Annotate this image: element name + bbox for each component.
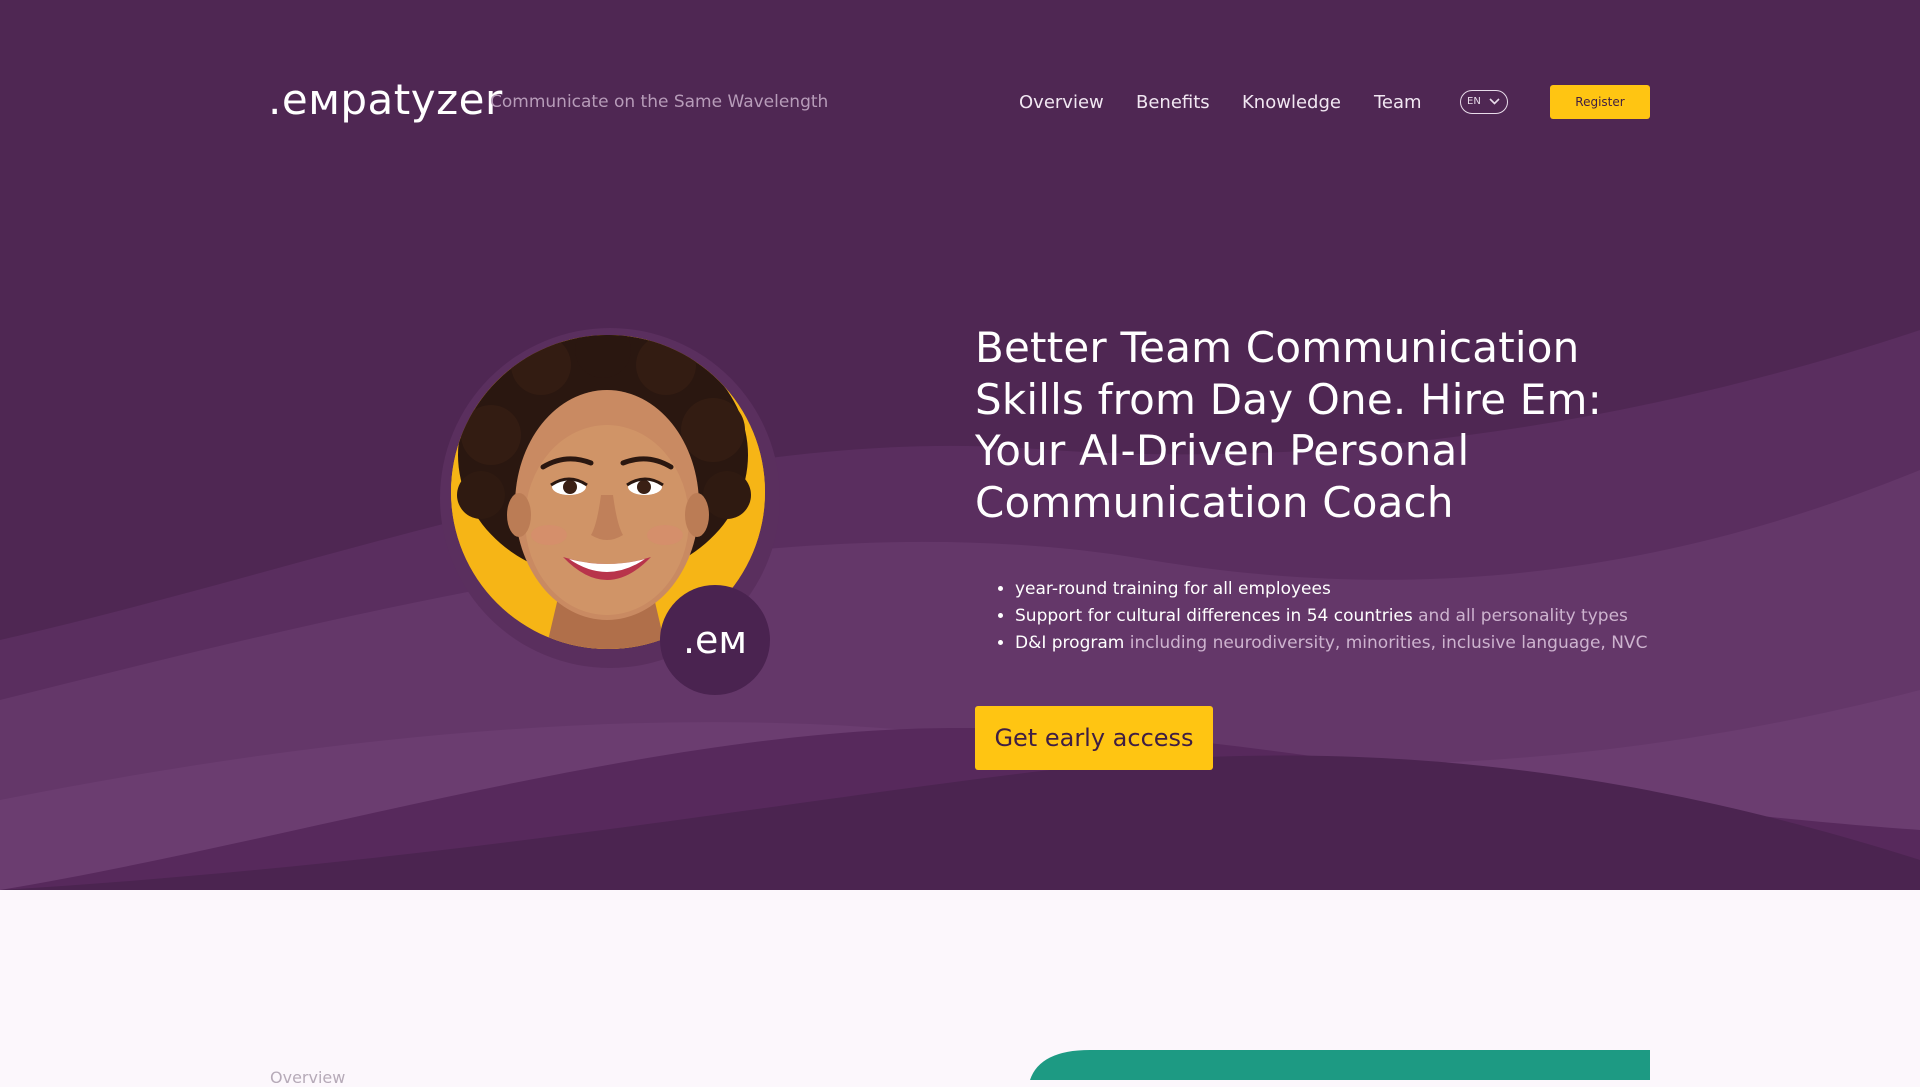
nav-item-knowledge[interactable]: Knowledge bbox=[1242, 91, 1341, 115]
brand-logo[interactable]: .eмpatyzer bbox=[268, 74, 503, 126]
em-badge: .eм bbox=[660, 585, 770, 695]
nav-item-benefits[interactable]: Benefits bbox=[1136, 91, 1210, 115]
brand-tagline: Communicate on the Same Wavelength bbox=[490, 92, 829, 112]
get-early-access-button[interactable]: Get early access bbox=[975, 706, 1213, 770]
hero-section: .eмpatyzer Communicate on the Same Wavel… bbox=[0, 0, 1920, 890]
section-label-overview: Overview bbox=[270, 1068, 346, 1087]
list-item: year-round training for all employees bbox=[1015, 576, 1647, 603]
feature-item-light: and all personality types bbox=[1412, 606, 1628, 626]
nav-item-overview[interactable]: Overview bbox=[1019, 91, 1104, 115]
language-code: EN bbox=[1467, 96, 1481, 107]
nav-item-team[interactable]: Team bbox=[1374, 91, 1422, 115]
list-item: D&I program including neurodiversity, mi… bbox=[1015, 630, 1647, 657]
feature-item-strong: Support for cultural differences in 54 c… bbox=[1015, 606, 1413, 626]
feature-item-strong: D&I program bbox=[1015, 633, 1125, 653]
coach-avatar: .eм bbox=[440, 328, 780, 695]
list-item: Support for cultural differences in 54 c… bbox=[1015, 603, 1647, 630]
chevron-down-icon bbox=[1489, 98, 1500, 105]
feature-list: year-round training for all employees Su… bbox=[975, 576, 1647, 657]
language-selector[interactable]: EN bbox=[1460, 90, 1508, 114]
site-header: .eмpatyzer Communicate on the Same Wavel… bbox=[0, 0, 1920, 200]
feature-item-strong: year-round training for all employees bbox=[1015, 579, 1331, 599]
teal-decorative-shape bbox=[1030, 1050, 1650, 1080]
feature-item-light: including neurodiversity, minorities, in… bbox=[1124, 633, 1648, 653]
register-button[interactable]: Register bbox=[1550, 85, 1650, 119]
hero-headline: Better Team Communication Skills from Da… bbox=[975, 323, 1603, 527]
